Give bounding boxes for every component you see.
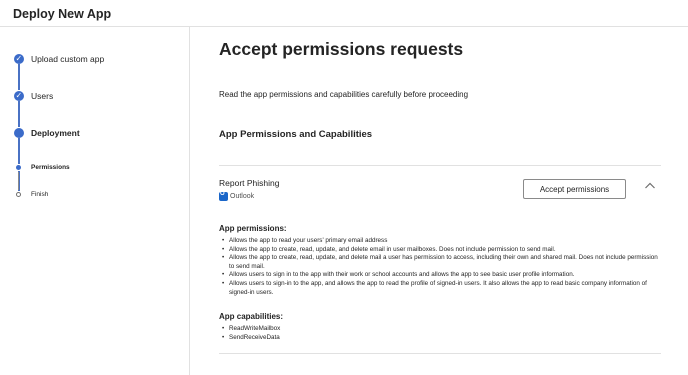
step-pending-dot <box>16 192 21 197</box>
list-item: Allows the app to create, read, update, … <box>219 246 661 255</box>
accept-permissions-button[interactable]: Accept permissions <box>523 179 626 199</box>
app-title: Deploy New App <box>13 7 112 21</box>
substep-permissions[interactable]: Permissions <box>31 164 70 171</box>
check-icon: ✓ <box>15 91 23 100</box>
permissions-list: Allows the app to read your users' prima… <box>219 237 661 297</box>
step-current-icon <box>13 128 24 138</box>
stepper-sidebar: ✓ Upload custom app ✓ Users Deployment P… <box>0 27 190 375</box>
permissions-title: App permissions: <box>219 224 287 233</box>
step-finish[interactable]: Finish <box>31 191 48 198</box>
list-item: Allows the app to read your users' prima… <box>219 237 661 246</box>
header: Deploy New App <box>0 0 688 27</box>
list-item: Allows users to sign-in to the app, and … <box>219 280 661 297</box>
step-connector <box>17 101 20 127</box>
step-connector <box>18 172 19 190</box>
host-row: Outlook <box>219 191 254 201</box>
host-name: Outlook <box>230 192 255 200</box>
list-item: ReadWriteMailbox <box>219 325 661 334</box>
check-icon: ✓ <box>15 54 23 63</box>
substep-current-dot <box>16 165 21 170</box>
step-connector <box>17 64 20 90</box>
list-item: Allows users to sign in to the app with … <box>219 271 661 280</box>
chevron-up-icon[interactable] <box>644 180 656 192</box>
list-item: SendReceiveData <box>219 334 661 343</box>
step-deployment[interactable]: Deployment <box>31 128 80 138</box>
intro-text: Read the app permissions and capabilitie… <box>219 90 469 99</box>
step-complete-icon: ✓ <box>13 91 24 101</box>
list-item: Allows the app to create, read, update, … <box>219 254 661 271</box>
step-complete-icon: ✓ <box>13 54 24 64</box>
section-title: App Permissions and Capabilities <box>219 129 373 140</box>
capabilities-title: App capabilities: <box>219 312 284 321</box>
step-users[interactable]: Users <box>31 91 53 101</box>
step-connector <box>17 138 20 164</box>
divider <box>219 165 661 166</box>
app-name: Report Phishing <box>219 178 280 188</box>
outlook-icon <box>219 191 228 201</box>
divider <box>219 353 661 354</box>
capabilities-list: ReadWriteMailbox SendReceiveData <box>219 325 661 342</box>
page-title: Accept permissions requests <box>219 39 464 59</box>
step-upload-custom-app[interactable]: Upload custom app <box>31 54 104 64</box>
